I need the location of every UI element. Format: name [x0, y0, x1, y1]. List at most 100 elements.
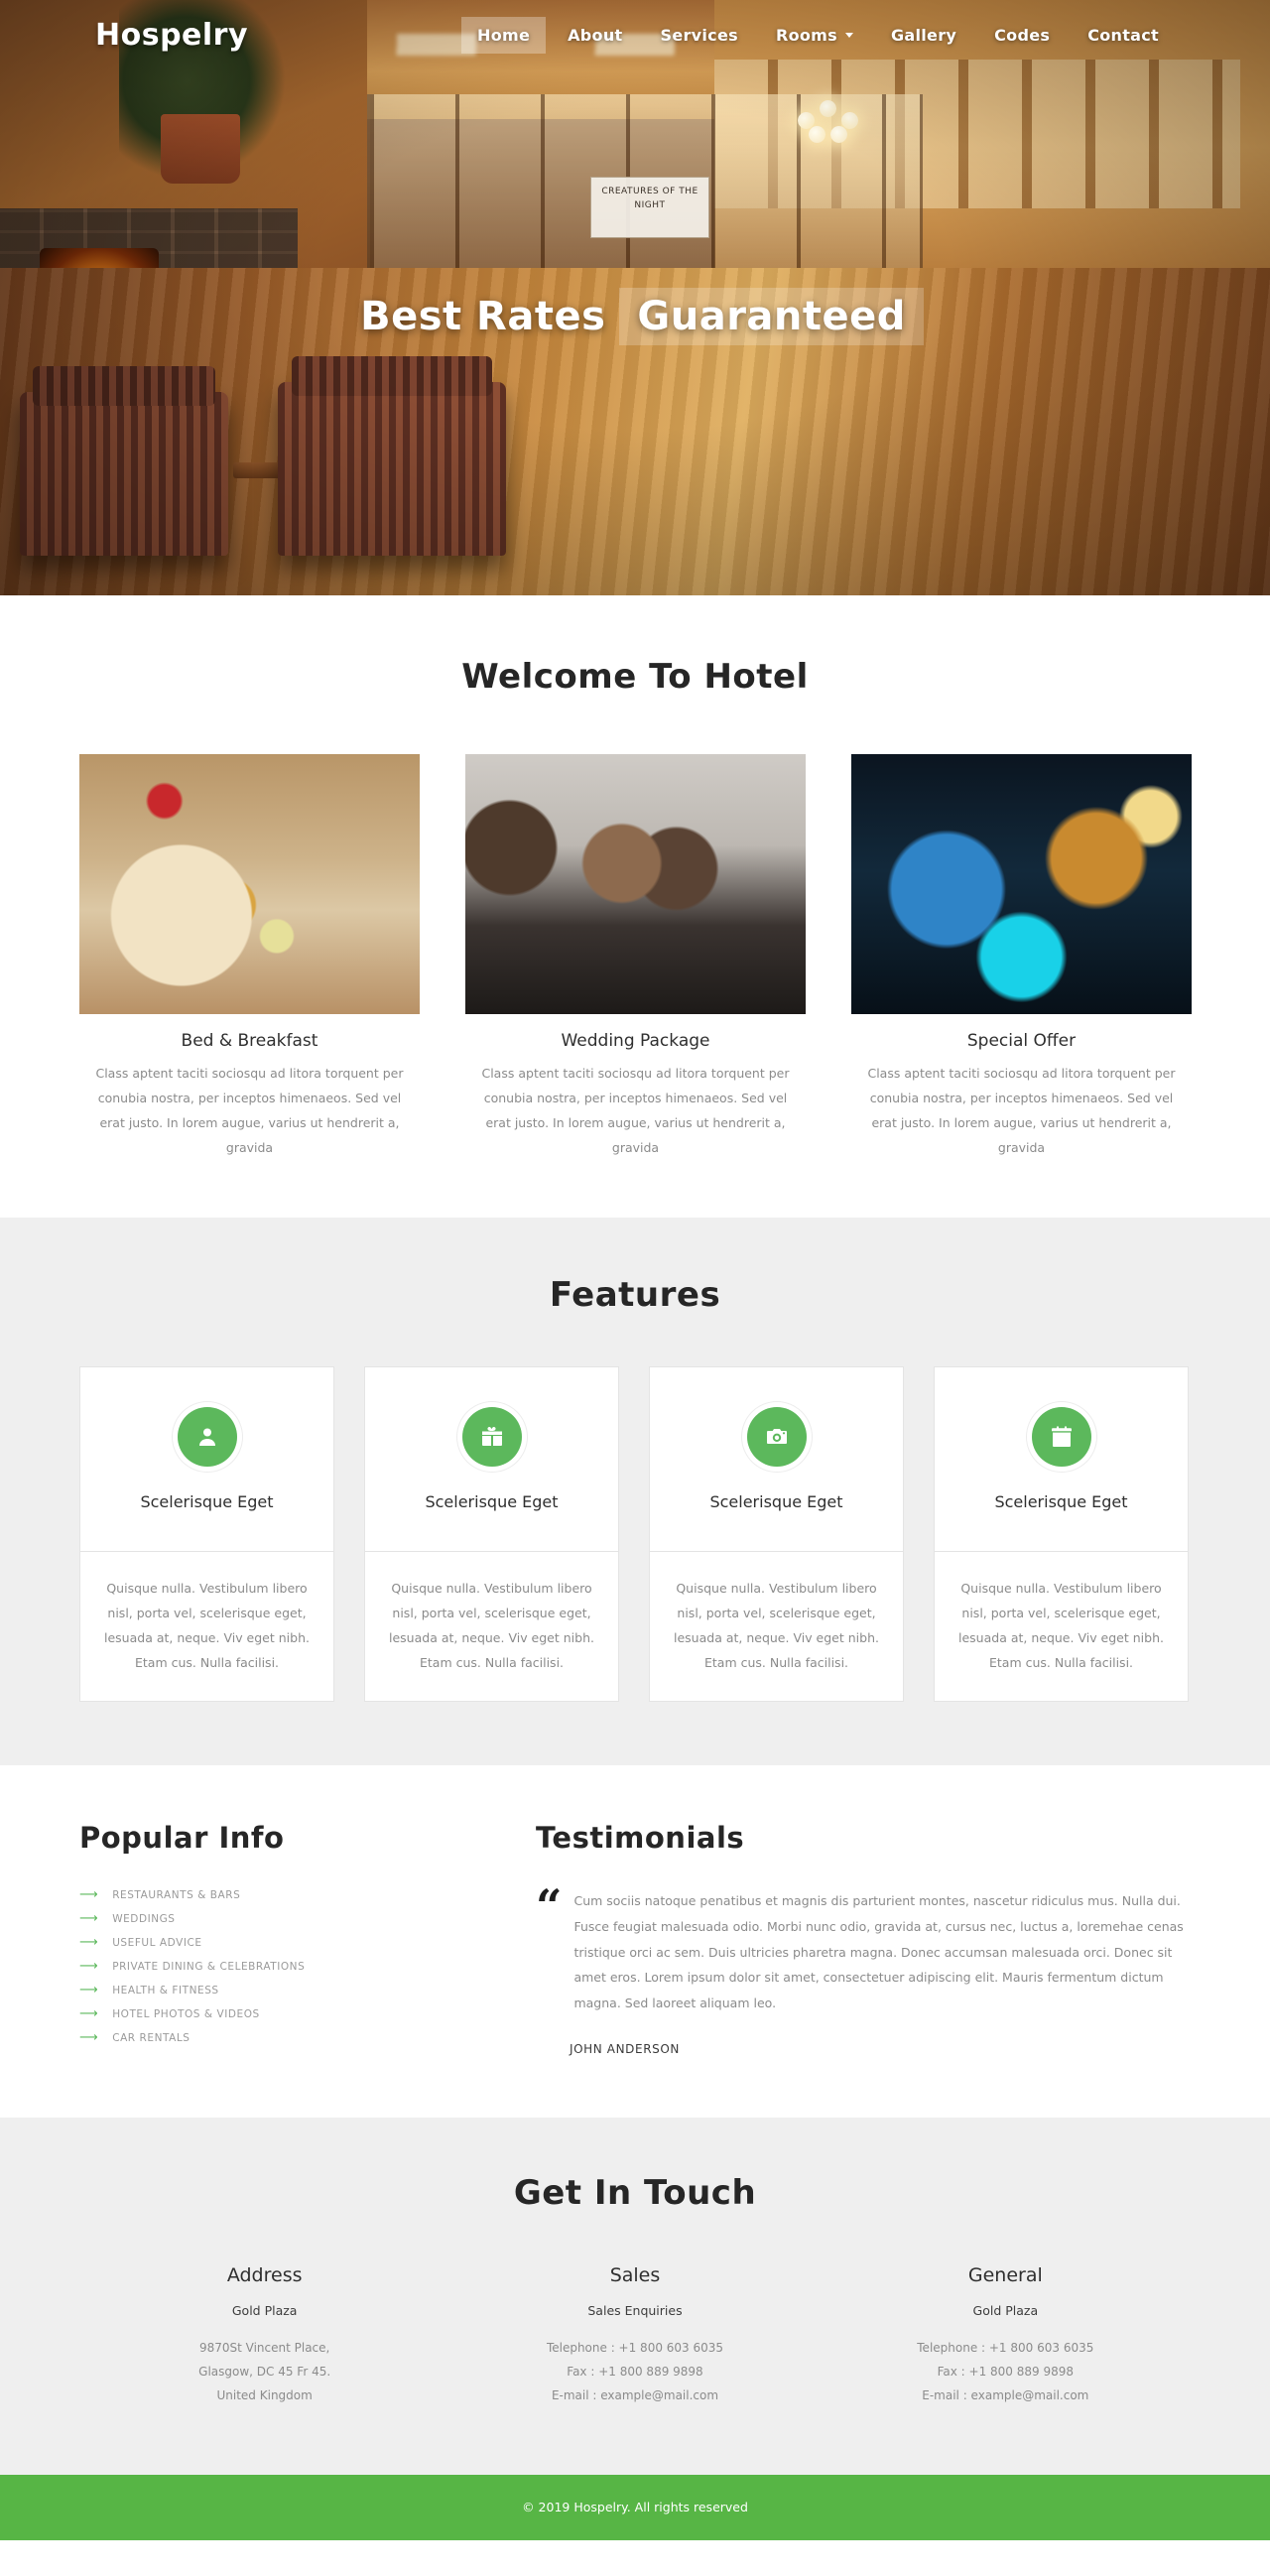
nav-item-about[interactable]: About — [552, 17, 638, 54]
arrow-right-icon: ⟶ — [79, 2030, 99, 2045]
popular-info-block: Popular Info ⟶ RESTAURANTS & BARS ⟶ WEDDIN… — [79, 1821, 476, 2056]
welcome-card[interactable]: Wedding Package Class aptent taciti soci… — [465, 754, 806, 1160]
nav-item-contact[interactable]: Contact — [1072, 17, 1175, 54]
list-item[interactable]: ⟶ USEFUL ADVICE — [79, 1936, 476, 1949]
feature-label: Scelerisque Eget — [709, 1492, 843, 1511]
contact-lines: Telephone : +1 800 603 6035 Fax : +1 800… — [449, 2336, 820, 2407]
arrow-right-icon: ⟶ — [79, 1911, 99, 1926]
testimonial-author: JOHN ANDERSON — [570, 2041, 680, 2056]
contact-heading: General — [967, 2263, 1043, 2286]
feature-label: Scelerisque Eget — [994, 1492, 1128, 1511]
contact-line[interactable]: E-mail : example@mail.com — [821, 2383, 1191, 2407]
hero-caption-part2: Guaranteed — [619, 288, 924, 345]
contact-subheading: Sales Enquiries — [587, 2302, 683, 2318]
contact-column-address: Address Gold Plaza 9870St Vincent Place,… — [79, 2264, 449, 2407]
info-testimonials-section: Popular Info ⟶ RESTAURANTS & BARS ⟶ WEDDIN… — [0, 1765, 1270, 2118]
nav-item-gallery[interactable]: Gallery — [875, 17, 972, 54]
nav-item-rooms[interactable]: Rooms — [760, 17, 869, 54]
feature-card[interactable]: Scelerisque Eget Quisque nulla. Vestibul… — [364, 1366, 619, 1702]
nav-label: Rooms — [775, 25, 837, 45]
arrow-right-icon: ⟶ — [79, 1959, 99, 1974]
welcome-card-list: Bed & Breakfast Class aptent taciti soci… — [79, 754, 1192, 1160]
features-section: Features Scelerisque Eget Quisque nulla.… — [0, 1218, 1270, 1765]
nav-item-home[interactable]: Home — [461, 16, 547, 54]
contact-section: Get In Touch Address Gold Plaza 9870St V… — [0, 2117, 1270, 2475]
nav-item-codes[interactable]: Codes — [978, 17, 1066, 54]
contact-columns: Address Gold Plaza 9870St Vincent Place,… — [79, 2264, 1191, 2407]
nav-label: Home — [477, 25, 531, 45]
nav-label: Gallery — [890, 25, 957, 45]
feature-card-header: Scelerisque Eget — [79, 1366, 334, 1552]
welcome-title: Welcome To Hotel — [461, 657, 809, 697]
list-item-label: WEDDINGS — [112, 1912, 176, 1925]
card-image-concert — [851, 754, 1192, 1014]
nav-item-services[interactable]: Services — [645, 17, 754, 54]
list-item-label: HOTEL PHOTOS & VIDEOS — [112, 2007, 260, 2020]
arrow-right-icon: ⟶ — [79, 1983, 99, 1997]
card-image-breakfast — [79, 754, 420, 1014]
contact-line: 9870St Vincent Place, — [198, 2340, 330, 2355]
list-item[interactable]: ⟶ HEALTH & FITNESS — [79, 1984, 476, 1996]
list-item[interactable]: ⟶ RESTAURANTS & BARS — [79, 1888, 476, 1901]
feature-card-header: Scelerisque Eget — [934, 1366, 1189, 1552]
user-icon — [177, 1407, 237, 1467]
feature-text: Quisque nulla. Vestibulum libero nisl, p… — [364, 1552, 619, 1702]
contact-lines: 9870St Vincent Place, Glasgow, DC 45 Fr … — [79, 2336, 449, 2407]
contact-title: Get In Touch — [513, 2172, 757, 2213]
nav-label: Codes — [994, 25, 1051, 45]
feature-card[interactable]: Scelerisque Eget Quisque nulla. Vestibul… — [649, 1366, 904, 1702]
feature-label: Scelerisque Eget — [425, 1492, 559, 1511]
contact-heading: Sales — [609, 2263, 661, 2286]
list-item[interactable]: ⟶ PRIVATE DINING & CELEBRATIONS — [79, 1960, 476, 1973]
feature-text: Quisque nulla. Vestibulum libero nisl, p… — [79, 1552, 334, 1702]
welcome-card[interactable]: Special Offer Class aptent taciti socios… — [851, 754, 1192, 1160]
card-title: Wedding Package — [561, 1031, 710, 1051]
feature-text: Quisque nulla. Vestibulum libero nisl, p… — [649, 1552, 904, 1702]
arrow-right-icon: ⟶ — [79, 1935, 99, 1950]
card-text: Class aptent taciti sociosqu ad litora t… — [95, 1066, 404, 1155]
testimonials-block: Testimonials “ Cum sociis natoque penati… — [536, 1821, 1191, 2056]
site-footer: © 2019 Hospelry. All rights reserved — [0, 2474, 1270, 2540]
contact-line[interactable]: E-mail : example@mail.com — [449, 2383, 820, 2407]
header-bar: Hospelry Home About Services Rooms Galle… — [0, 0, 1270, 69]
popular-info-list: ⟶ RESTAURANTS & BARS ⟶ WEDDINGS ⟶ USEFUL AD… — [79, 1888, 476, 2044]
welcome-card[interactable]: Bed & Breakfast Class aptent taciti soci… — [79, 754, 420, 1160]
list-item-label: USEFUL ADVICE — [112, 1936, 202, 1949]
feature-card[interactable]: Scelerisque Eget Quisque nulla. Vestibul… — [934, 1366, 1189, 1702]
contact-line: Fax : +1 800 889 9898 — [567, 2364, 703, 2379]
list-item[interactable]: ⟶ HOTEL PHOTOS & VIDEOS — [79, 2007, 476, 2020]
list-item-label: HEALTH & FITNESS — [112, 1984, 219, 1996]
contact-column-general: General Gold Plaza Telephone : +1 800 60… — [821, 2264, 1191, 2407]
list-item[interactable]: ⟶ CAR RENTALS — [79, 2031, 476, 2044]
chevron-down-icon — [844, 32, 853, 38]
nav-label: About — [568, 25, 623, 45]
nav-label: Contact — [1087, 25, 1159, 45]
site-logo[interactable]: Hospelry — [95, 18, 248, 53]
contact-line: Fax : +1 800 889 9898 — [937, 2364, 1075, 2379]
contact-line: Telephone : +1 800 603 6035 — [546, 2340, 724, 2355]
gift-icon — [461, 1407, 522, 1467]
popular-info-title: Popular Info — [79, 1821, 285, 1855]
feature-text: Quisque nulla. Vestibulum libero nisl, p… — [934, 1552, 1189, 1702]
calendar-icon — [1031, 1407, 1091, 1467]
card-image-wedding — [465, 754, 806, 1014]
testimonials-title: Testimonials — [536, 1821, 745, 1855]
contact-line: Glasgow, DC 45 Fr 45. — [198, 2364, 331, 2379]
welcome-section: Welcome To Hotel Bed & Breakfast Class a… — [0, 595, 1270, 1218]
feature-card-header: Scelerisque Eget — [364, 1366, 619, 1552]
features-grid: Scelerisque Eget Quisque nulla. Vestibul… — [79, 1366, 1191, 1702]
contact-lines: Telephone : +1 800 603 6035 Fax : +1 800… — [821, 2336, 1191, 2407]
quote-icon: “ — [536, 1879, 563, 1933]
arrow-right-icon: ⟶ — [79, 1887, 99, 1902]
card-title: Special Offer — [966, 1031, 1077, 1051]
list-item-label: CAR RENTALS — [112, 2031, 190, 2044]
contact-column-sales: Sales Sales Enquiries Telephone : +1 800… — [449, 2264, 820, 2407]
testimonial-item: “ Cum sociis natoque penatibus et magnis… — [536, 1879, 1191, 2016]
list-item[interactable]: ⟶ WEDDINGS — [79, 1912, 476, 1925]
main-navigation: Home About Services Rooms Gallery Codes … — [461, 16, 1175, 54]
feature-card[interactable]: Scelerisque Eget Quisque nulla. Vestibul… — [79, 1366, 334, 1702]
hero-banner: CREATURES OF THE NIGHT Hospelry Home Abo… — [0, 0, 1270, 595]
contact-subheading: Gold Plaza — [972, 2302, 1039, 2318]
list-item-label: PRIVATE DINING & CELEBRATIONS — [112, 1960, 306, 1973]
card-text: Class aptent taciti sociosqu ad litora t… — [481, 1066, 790, 1155]
